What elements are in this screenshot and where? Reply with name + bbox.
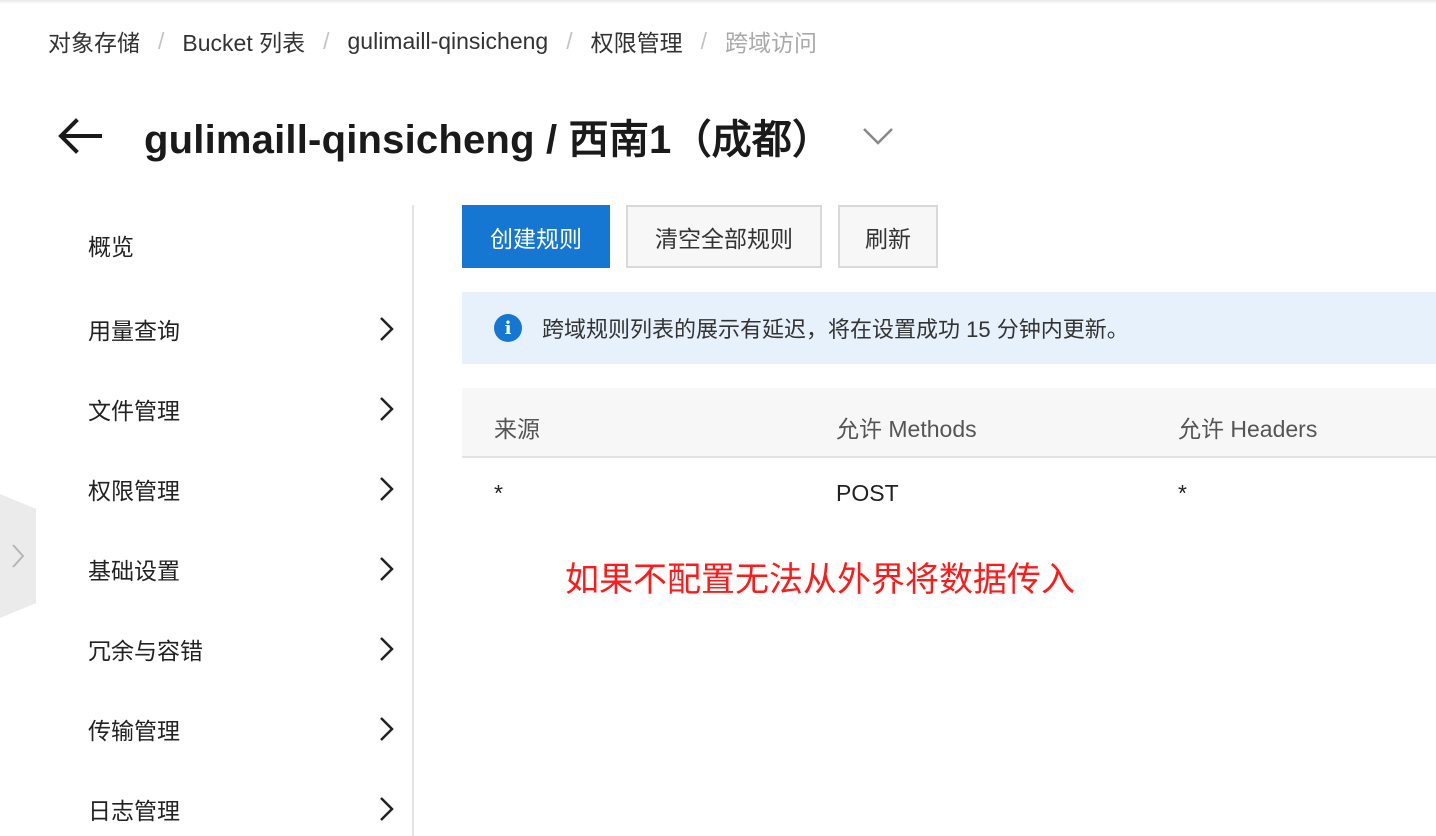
breadcrumb: 对象存储 / Bucket 列表 / gulimaill-qinsicheng … xyxy=(48,24,817,58)
sidebar-divider xyxy=(412,205,414,836)
chevron-right-icon xyxy=(374,797,398,821)
sidebar-item-label: 冗余与容错 xyxy=(88,638,203,664)
sidebar-item-label: 概览 xyxy=(88,234,134,260)
chevron-right-icon xyxy=(374,717,398,741)
chevron-right-icon xyxy=(12,544,25,568)
breadcrumb-item-permissions[interactable]: 权限管理 xyxy=(591,24,683,58)
title-row: gulimaill-qinsicheng / 西南1（成都） xyxy=(56,108,896,164)
back-button[interactable] xyxy=(56,112,104,160)
sidebar-item-files[interactable]: 文件管理 xyxy=(88,387,398,431)
info-icon: i xyxy=(494,314,522,342)
arrow-left-icon xyxy=(58,118,102,154)
sidebar-item-label: 日志管理 xyxy=(88,798,180,824)
cors-rules-table: 来源 允许 Methods 允许 Headers * POST * xyxy=(462,388,1436,506)
chevron-right-icon xyxy=(374,477,398,501)
cell-origin: * xyxy=(494,480,503,506)
top-shadow xyxy=(0,0,1436,4)
breadcrumb-separator: / xyxy=(700,27,707,54)
sidebar-item-label: 文件管理 xyxy=(88,398,180,424)
sidebar-item-label: 权限管理 xyxy=(88,478,180,504)
chevron-right-icon xyxy=(374,637,398,661)
create-rule-button[interactable]: 创建规则 xyxy=(462,205,610,268)
column-header-origin: 来源 xyxy=(494,416,540,442)
sidebar: 概览 用量查询 文件管理 权限管理 基础设置 冗余与容错 传输管理 日志管理 xyxy=(60,205,412,836)
notice-text: 跨域规则列表的展示有延迟，将在设置成功 15 分钟内更新。 xyxy=(542,317,1129,342)
cell-methods: POST xyxy=(836,480,899,506)
sidebar-item-label: 传输管理 xyxy=(88,718,180,744)
table-row: * POST * xyxy=(462,460,1436,530)
sidebar-item-logs[interactable]: 日志管理 xyxy=(88,787,398,831)
breadcrumb-item-current: 跨域访问 xyxy=(725,30,817,56)
chevron-right-icon xyxy=(374,557,398,581)
chevron-down-icon xyxy=(863,128,894,145)
refresh-button[interactable]: 刷新 xyxy=(838,205,938,268)
sidebar-item-label: 基础设置 xyxy=(88,558,180,584)
breadcrumb-item-bucket-list[interactable]: Bucket 列表 xyxy=(182,24,305,58)
sidebar-item-usage[interactable]: 用量查询 xyxy=(88,307,398,351)
cell-headers: * xyxy=(1178,480,1187,506)
region-dropdown-button[interactable] xyxy=(860,118,896,154)
sidebar-item-permissions[interactable]: 权限管理 xyxy=(88,467,398,511)
sidebar-item-overview[interactable]: 概览 xyxy=(88,223,398,267)
info-notice: i 跨域规则列表的展示有延迟，将在设置成功 15 分钟内更新。 xyxy=(462,292,1436,364)
clear-all-rules-button[interactable]: 清空全部规则 xyxy=(626,205,822,268)
breadcrumb-separator: / xyxy=(158,27,165,54)
breadcrumb-item-object-storage[interactable]: 对象存储 xyxy=(48,24,140,58)
column-header-headers: 允许 Headers xyxy=(1178,416,1318,442)
column-header-methods: 允许 Methods xyxy=(836,416,977,442)
annotation-text: 如果不配置无法从外界将数据传入 xyxy=(565,561,1075,599)
chevron-right-icon xyxy=(374,317,398,341)
sidebar-item-transfer[interactable]: 传输管理 xyxy=(88,707,398,751)
sidebar-item-basic-settings[interactable]: 基础设置 xyxy=(88,547,398,591)
breadcrumb-separator: / xyxy=(323,27,330,54)
chevron-right-icon xyxy=(374,397,398,421)
page-title: gulimaill-qinsicheng / 西南1（成都） xyxy=(144,118,833,162)
breadcrumb-separator: / xyxy=(566,27,573,54)
sidebar-item-redundancy[interactable]: 冗余与容错 xyxy=(88,627,398,671)
sidebar-collapse-toggle[interactable] xyxy=(0,494,36,618)
table-header: 来源 允许 Methods 允许 Headers xyxy=(462,388,1436,458)
breadcrumb-item-bucket[interactable]: gulimaill-qinsicheng xyxy=(348,28,549,55)
sidebar-item-label: 用量查询 xyxy=(88,318,180,344)
